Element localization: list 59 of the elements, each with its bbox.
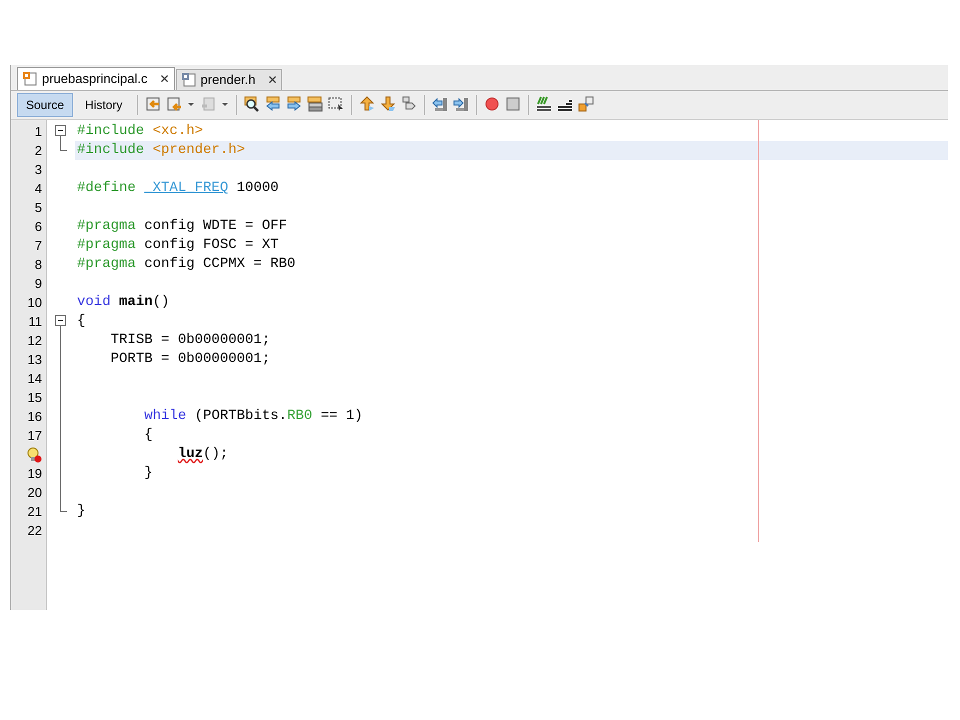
stacked-boxes-icon[interactable]	[306, 96, 324, 114]
line-number: 10	[28, 294, 42, 312]
tab-label: prender.h	[200, 71, 256, 90]
left-arrow-icon[interactable]	[264, 96, 282, 114]
line-number: 4	[34, 180, 42, 198]
shift-left-icon[interactable]	[431, 96, 450, 114]
shift-right-icon[interactable]	[452, 96, 470, 114]
close-button[interactable]: ✕	[267, 71, 278, 89]
line-number: 2	[34, 142, 42, 160]
tab-label: pruebasprincipal.c	[42, 70, 148, 88]
code-line: #include <xc.h>	[77, 123, 204, 139]
code-line: {	[77, 313, 86, 329]
code-line: TRISB = 0b00000001;	[110, 332, 270, 348]
line-number: 14	[28, 370, 42, 388]
collapse-icon[interactable]	[55, 125, 66, 141]
line-number: 12	[28, 332, 42, 350]
right-arrow-icon[interactable]	[285, 96, 304, 114]
line-number: 20	[28, 484, 42, 502]
line-number: 16	[28, 408, 42, 426]
line-number: 17	[28, 426, 42, 445]
view-tab[interactable]: History	[76, 93, 132, 117]
code-line: }	[143, 465, 153, 481]
up-arrow-icon[interactable]	[358, 96, 376, 114]
line-number: 15	[28, 388, 42, 407]
code-line: #define _XTAL_FREQ 10000	[77, 180, 279, 196]
line-number: 11	[28, 312, 42, 331]
line-number: 5	[34, 198, 42, 217]
close-button[interactable]: ✕	[160, 70, 170, 88]
code-line: {	[143, 427, 153, 443]
line-number: 7	[34, 236, 42, 255]
line-number: 13	[28, 350, 42, 369]
code-line: luz();	[176, 446, 228, 462]
letters-diagram-icon[interactable]	[577, 96, 596, 114]
view-tab[interactable]: Source	[17, 93, 74, 117]
lightbulb-error-icon[interactable]	[26, 446, 42, 462]
file-tab[interactable]: pruebasprincipal.c ✕	[17, 67, 175, 90]
code-line: while (PORTBbits.RB0 == 1)	[143, 408, 363, 424]
line-number: 9	[34, 274, 42, 293]
search-icon[interactable]	[243, 96, 262, 114]
line-number: 22	[28, 522, 42, 540]
file-tab[interactable]: prender.h ✕	[176, 69, 282, 90]
code-line: #include <prender.h>	[77, 142, 246, 158]
code-line: #pragma config WDTE = OFF	[77, 218, 288, 234]
line-number: 21	[28, 502, 42, 521]
line-number: 1	[34, 122, 42, 141]
collapse-icon[interactable]	[55, 315, 66, 331]
h-file-icon	[180, 72, 197, 88]
code-line: #pragma config FOSC = XT	[77, 237, 279, 253]
down-arrow-icon[interactable]	[379, 96, 398, 114]
line-number: 3	[34, 160, 42, 179]
line-number: 19	[28, 464, 42, 483]
line-number: 6	[34, 218, 42, 236]
code-line: void main()	[77, 294, 170, 310]
comment-lines-icon[interactable]	[535, 96, 554, 114]
code-line: PORTB = 0b00000001;	[110, 351, 270, 367]
c-file-icon	[22, 71, 38, 87]
code-line: }	[77, 503, 86, 519]
code-line: #pragma config CCPMX = RB0	[77, 256, 296, 272]
line-number: 8	[34, 256, 42, 274]
